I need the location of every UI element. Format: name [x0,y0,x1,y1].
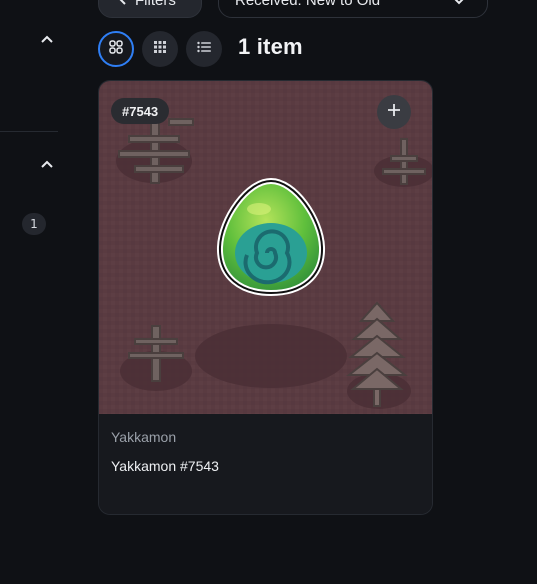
token-id-badge: #7543 [111,98,170,124]
sidebar-divider [0,131,58,132]
sort-select[interactable]: Received: New to Old [218,0,488,18]
filters-button[interactable]: Filters [98,0,202,18]
add-to-cart-button[interactable] [377,95,411,129]
filters-label: Filters [135,0,176,9]
chevron-left-icon [119,0,127,9]
filter-count-badge: 1 [22,213,46,235]
view-grid-small-button[interactable] [142,31,178,67]
grid-small-icon [153,40,167,59]
nft-card[interactable]: #7543 Yakkamon Yakkamon #7543 [98,80,433,515]
card-info: Yakkamon Yakkamon #7543 [99,414,432,514]
collapse-chevron-up-icon[interactable] [38,155,56,173]
view-grid-large-button[interactable] [98,31,134,67]
page: 1 Filters Received: New to Old 1 item #7… [0,0,537,584]
item-count: 1 item [238,34,303,59]
grid-large-icon [109,39,123,59]
sort-value: Received: New to Old [235,0,381,9]
nft-image [99,81,432,414]
collapse-chevron-up-icon[interactable] [38,30,56,48]
chevron-down-icon [453,0,465,9]
item-name: Yakkamon #7543 [111,458,219,474]
list-icon [197,40,211,58]
plus-icon [387,103,401,122]
collection-name: Yakkamon [111,429,177,445]
view-list-button[interactable] [186,31,222,67]
